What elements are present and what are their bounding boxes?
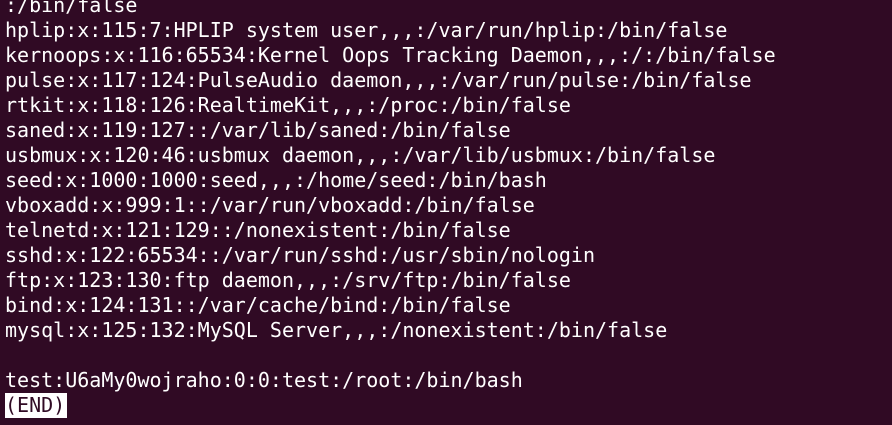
output-line: ftp:x:123:130:ftp daemon,,,:/srv/ftp:/bi…	[5, 268, 571, 292]
output-line: usbmux:x:120:46:usbmux daemon,,,:/var/li…	[5, 143, 716, 167]
output-line: saned:x:119:127::/var/lib/saned:/bin/fal…	[5, 118, 511, 142]
output-line: sshd:x:122:65534::/var/run/sshd:/usr/sbi…	[5, 243, 596, 267]
output-line: kernoops:x:116:65534:Kernel Oops Trackin…	[5, 43, 776, 67]
output-line: bind:x:124:131::/var/cache/bind:/bin/fal…	[5, 293, 511, 317]
terminal-window[interactable]: :/bin/false hplip:x:115:7:HPLIP system u…	[0, 0, 892, 425]
pager-end-line: (END)	[5, 393, 892, 418]
output-line: hplip:x:115:7:HPLIP system user,,,:/var/…	[5, 18, 728, 42]
output-line: pulse:x:117:124:PulseAudio daemon,,,:/va…	[5, 68, 752, 92]
output-line: telnetd:x:121:129::/nonexistent:/bin/fal…	[5, 218, 511, 242]
pager-end-marker: (END)	[5, 393, 68, 418]
output-line: rtkit:x:118:126:RealtimeKit,,,:/proc:/bi…	[5, 93, 571, 117]
output-line: test:U6aMy0wojraho:0:0:test:/root:/bin/b…	[5, 368, 523, 392]
output-line: :/bin/false	[5, 0, 138, 17]
output-line: seed:x:1000:1000:seed,,,:/home/seed:/bin…	[5, 168, 547, 192]
output-line: mysql:x:125:132:MySQL Server,,,:/nonexis…	[5, 318, 668, 342]
output-line: vboxadd:x:999:1::/var/run/vboxadd:/bin/f…	[5, 193, 535, 217]
pager-output: :/bin/false hplip:x:115:7:HPLIP system u…	[5, 0, 892, 418]
